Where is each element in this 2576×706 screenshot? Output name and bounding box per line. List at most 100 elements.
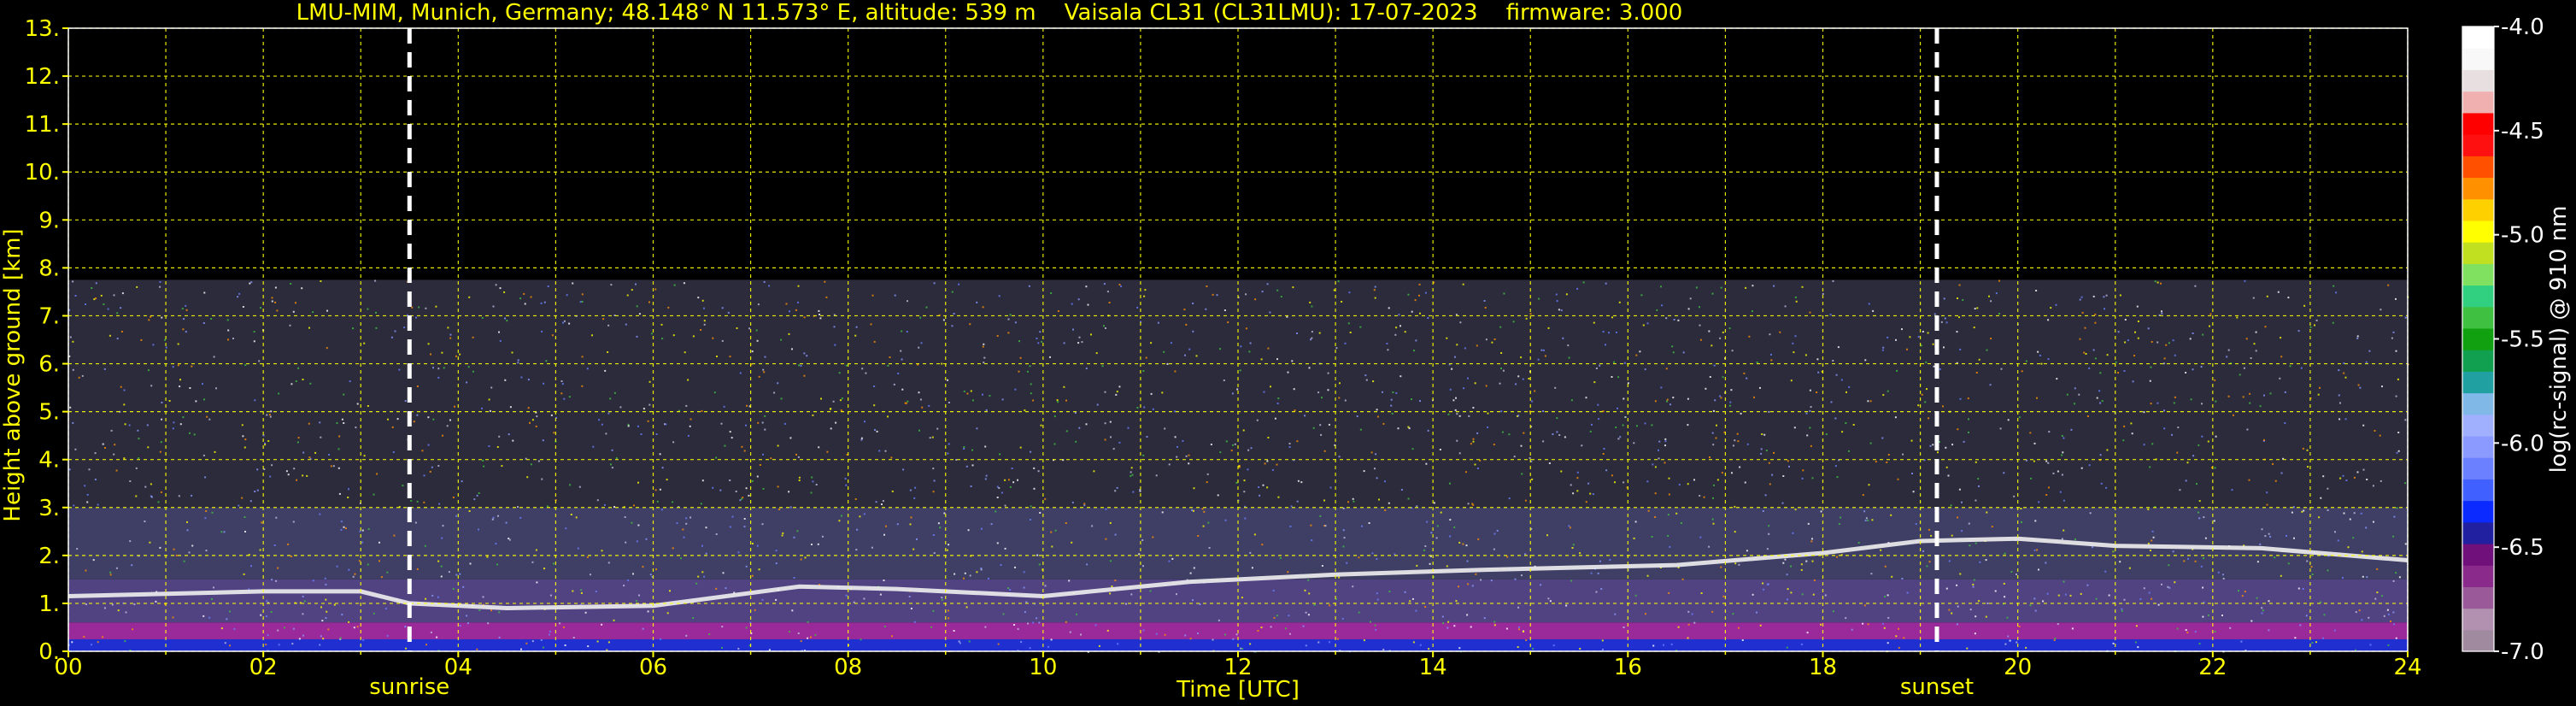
noise-speckle bbox=[982, 393, 983, 396]
noise-speckle bbox=[1442, 622, 1445, 625]
noise-speckle bbox=[1197, 632, 1199, 635]
noise-speckle bbox=[1722, 595, 1725, 597]
noise-speckle bbox=[1990, 338, 1992, 340]
noise-speckle bbox=[1388, 591, 1391, 593]
noise-speckle bbox=[793, 577, 795, 579]
noise-speckle bbox=[2053, 639, 2056, 641]
noise-speckle bbox=[1399, 375, 1402, 378]
noise-speckle bbox=[1192, 599, 1194, 602]
noise-speckle bbox=[2231, 489, 2233, 491]
noise-speckle bbox=[684, 351, 686, 354]
noise-speckle bbox=[859, 515, 861, 518]
noise-speckle bbox=[1513, 456, 1516, 458]
noise-speckle bbox=[689, 516, 692, 519]
noise-speckle bbox=[689, 425, 691, 427]
noise-speckle bbox=[1998, 313, 2000, 315]
noise-speckle bbox=[932, 609, 935, 612]
noise-speckle bbox=[1894, 416, 1897, 419]
noise-speckle bbox=[1711, 432, 1714, 434]
noise-speckle bbox=[204, 476, 207, 479]
noise-speckle bbox=[520, 376, 523, 379]
noise-speckle bbox=[2338, 394, 2340, 397]
noise-speckle bbox=[2217, 571, 2220, 574]
noise-speckle bbox=[2293, 537, 2295, 539]
noise-speckle bbox=[625, 323, 627, 326]
noise-speckle bbox=[1395, 391, 1398, 394]
noise-speckle bbox=[1734, 562, 1737, 565]
noise-speckle bbox=[2092, 349, 2095, 351]
noise-speckle bbox=[815, 484, 818, 485]
noise-speckle bbox=[1098, 644, 1100, 647]
noise-speckle bbox=[1376, 477, 1378, 479]
noise-speckle bbox=[967, 529, 970, 532]
noise-speckle bbox=[2353, 476, 2356, 479]
noise-speckle bbox=[1712, 497, 1714, 499]
noise-speckle bbox=[337, 448, 340, 450]
noise-speckle bbox=[2018, 416, 2021, 419]
noise-speckle bbox=[238, 504, 240, 507]
noise-speckle bbox=[1565, 293, 1568, 296]
noise-speckle bbox=[1640, 294, 1643, 297]
noise-speckle bbox=[1078, 336, 1081, 338]
noise-speckle bbox=[860, 437, 863, 439]
noise-speckle bbox=[542, 439, 544, 442]
noise-speckle bbox=[2115, 361, 2117, 363]
noise-speckle bbox=[1014, 566, 1016, 568]
noise-speckle bbox=[1644, 422, 1646, 425]
noise-speckle bbox=[1416, 564, 1418, 567]
noise-speckle bbox=[703, 320, 706, 322]
noise-speckle bbox=[2190, 398, 2192, 401]
noise-speckle bbox=[2361, 619, 2363, 621]
noise-speckle bbox=[1000, 491, 1003, 494]
noise-speckle bbox=[1660, 386, 1663, 389]
noise-speckle bbox=[269, 475, 272, 478]
noise-speckle bbox=[292, 310, 295, 313]
noise-speckle bbox=[161, 402, 163, 403]
noise-speckle bbox=[1898, 627, 1899, 630]
noise-speckle bbox=[638, 594, 640, 597]
noise-speckle bbox=[1805, 412, 1808, 415]
noise-speckle bbox=[1364, 374, 1367, 377]
noise-speckle bbox=[501, 465, 503, 468]
noise-speckle bbox=[1811, 560, 1814, 562]
noise-speckle bbox=[1374, 468, 1376, 470]
noise-speckle bbox=[984, 626, 987, 628]
noise-speckle bbox=[2213, 520, 2215, 522]
noise-speckle bbox=[1881, 437, 1884, 439]
noise-speckle bbox=[1071, 303, 1073, 305]
noise-speckle bbox=[2021, 370, 2023, 373]
noise-speckle bbox=[2198, 517, 2201, 520]
noise-speckle bbox=[884, 450, 887, 452]
noise-speckle bbox=[797, 285, 800, 287]
noise-speckle bbox=[1968, 418, 1969, 421]
noise-speckle bbox=[1817, 371, 1820, 374]
noise-speckle bbox=[829, 408, 831, 410]
noise-speckle bbox=[2395, 637, 2397, 639]
noise-speckle bbox=[1359, 326, 1362, 328]
noise-speckle bbox=[936, 427, 939, 430]
noise-speckle bbox=[715, 587, 718, 590]
noise-speckle bbox=[1966, 647, 1969, 650]
noise-speckle bbox=[478, 528, 479, 531]
noise-speckle bbox=[1103, 325, 1105, 327]
noise-speckle bbox=[232, 338, 234, 339]
noise-speckle bbox=[69, 336, 72, 338]
noise-speckle bbox=[1921, 393, 1923, 396]
noise-speckle bbox=[1105, 538, 1107, 540]
noise-speckle bbox=[2395, 572, 2397, 574]
noise-speckle bbox=[1455, 600, 1458, 603]
noise-speckle bbox=[1589, 492, 1592, 495]
noise-speckle bbox=[2198, 500, 2201, 503]
noise-speckle bbox=[1945, 466, 1948, 468]
noise-speckle bbox=[2061, 454, 2063, 456]
noise-speckle bbox=[113, 294, 115, 297]
noise-speckle bbox=[1928, 417, 1930, 420]
y-tick-label: 2. bbox=[38, 544, 60, 569]
noise-speckle bbox=[1875, 461, 1877, 463]
noise-speckle bbox=[610, 284, 613, 286]
noise-speckle bbox=[563, 320, 566, 322]
noise-speckle bbox=[1329, 486, 1332, 489]
noise-speckle bbox=[672, 441, 675, 444]
noise-speckle bbox=[1634, 521, 1637, 523]
noise-speckle bbox=[605, 432, 607, 435]
